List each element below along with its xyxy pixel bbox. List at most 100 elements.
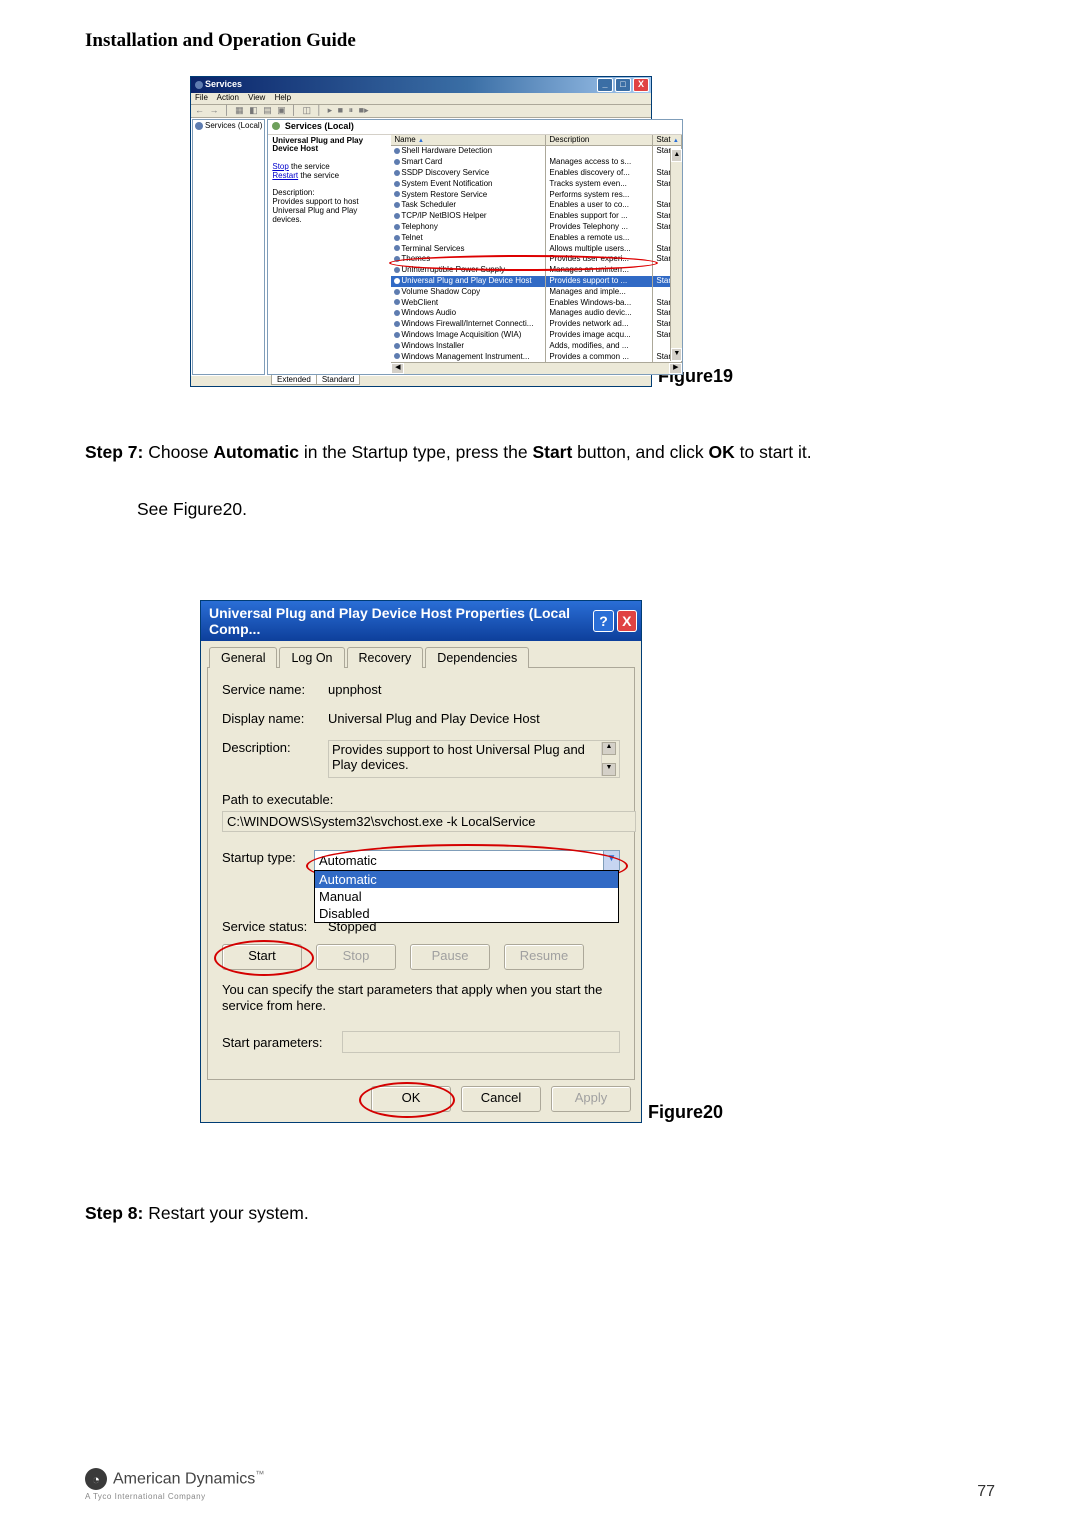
pause-button[interactable]: Pause — [410, 944, 490, 970]
toolbar-icon[interactable]: ▤ — [263, 105, 272, 115]
path-value: C:\WINDOWS\System32\svchost.exe -k Local… — [222, 811, 636, 832]
startup-type-label: Startup type: — [222, 850, 314, 865]
service-row[interactable]: Windows Firewall/Internet Connecti...Pro… — [391, 319, 682, 330]
cancel-button[interactable]: Cancel — [461, 1086, 541, 1112]
service-row[interactable]: Windows Image Acquisition (WIA)Provides … — [391, 330, 682, 341]
service-row[interactable]: Volume Shadow CopyManages and imple... — [391, 287, 682, 298]
column-description[interactable]: Description — [546, 135, 653, 146]
tab-log-on[interactable]: Log On — [279, 647, 344, 668]
ok-button[interactable]: OK — [371, 1086, 451, 1112]
step-8-text: Step 8: Restart your system. — [85, 1203, 995, 1224]
apply-button[interactable]: Apply — [551, 1086, 631, 1112]
resume-button[interactable]: Resume — [504, 944, 584, 970]
toolbar-icon[interactable]: ◧ — [249, 105, 258, 115]
service-row[interactable]: Windows AudioManages audio devic...Star — [391, 308, 682, 319]
service-row[interactable]: System Event NotificationTracks system e… — [391, 179, 682, 190]
service-row[interactable]: Shell Hardware DetectionStar — [391, 146, 682, 157]
tab-general[interactable]: General — [209, 647, 277, 668]
help-button[interactable]: ? — [593, 610, 613, 632]
close-button[interactable]: X — [617, 610, 637, 632]
toolbar-play-icon[interactable]: ▸ — [328, 105, 333, 115]
menu-file[interactable]: File — [195, 93, 208, 102]
toolbar-icon[interactable]: ▦ — [235, 105, 244, 115]
description-scrollbar[interactable]: ▲ ▼ — [601, 742, 616, 776]
tab-extended[interactable]: Extended — [271, 375, 317, 385]
toolbar-stop-icon[interactable]: ■ — [338, 105, 343, 115]
column-status[interactable]: Stat ▲ — [653, 135, 682, 146]
service-row[interactable]: TCP/IP NetBIOS HelperEnables support for… — [391, 211, 682, 222]
service-row[interactable]: Task SchedulerEnables a user to co...Sta… — [391, 200, 682, 211]
menu-help[interactable]: Help — [275, 93, 291, 102]
description-box: Provides support to host Universal Plug … — [328, 740, 620, 778]
toolbar-restart-icon[interactable]: ■▸ — [359, 105, 369, 115]
service-row[interactable]: TelephonyProvides Telephony ...Star — [391, 222, 682, 233]
page-number: 77 — [977, 1483, 995, 1501]
detail-service-name: Universal Plug and Play Device Host — [272, 137, 387, 155]
tab-standard[interactable]: Standard — [316, 375, 360, 385]
service-name-label: Service name: — [222, 682, 328, 697]
brand-logo: ◔ American Dynamics™ — [85, 1468, 264, 1490]
stop-service-link[interactable]: Stop — [272, 162, 288, 171]
service-row[interactable]: WebClientEnables Windows-ba...Star — [391, 298, 682, 309]
service-row[interactable]: ThemesProvides user experi...Star — [391, 254, 682, 265]
figure-20-label: Figure20 — [648, 1102, 723, 1123]
stop-button[interactable]: Stop — [316, 944, 396, 970]
menu-view[interactable]: View — [248, 93, 265, 102]
tree-pane: Services (Local) — [192, 119, 265, 376]
scroll-up-icon[interactable]: ▲ — [671, 149, 682, 162]
service-row[interactable]: SSDP Discovery ServiceEnables discovery … — [391, 168, 682, 179]
description-label: Description: — [222, 740, 328, 755]
service-row[interactable]: System Restore ServicePerforms system re… — [391, 190, 682, 201]
horizontal-scrollbar[interactable]: ◀ ▶ — [391, 362, 682, 374]
scroll-down-icon[interactable]: ▼ — [671, 348, 682, 361]
start-button[interactable]: Start — [222, 944, 302, 970]
menu-bar: File Action View Help — [191, 93, 651, 104]
window-title: Services — [205, 80, 242, 90]
scroll-left-icon[interactable]: ◀ — [391, 363, 404, 374]
toolbar-icon[interactable]: ◫ — [302, 105, 311, 115]
step-7-text: Step 7: Choose Automatic in the Startup … — [85, 442, 995, 463]
startup-type-select[interactable]: Automatic ▼ — [314, 850, 620, 871]
display-name-value: Universal Plug and Play Device Host — [328, 711, 620, 726]
brand-tagline: A Tyco International Company — [85, 1492, 264, 1501]
startup-type-dropdown: Automatic Manual Disabled — [314, 870, 619, 923]
panel-header: Services (Local) — [268, 120, 682, 135]
toolbar-back-icon[interactable]: ← — [195, 105, 204, 115]
toolbar-pause-icon[interactable]: ⏸ — [349, 105, 354, 115]
option-disabled[interactable]: Disabled — [315, 905, 618, 922]
scroll-up-icon[interactable]: ▲ — [602, 742, 616, 755]
service-name-value: upnphost — [328, 682, 620, 697]
maximize-button[interactable]: □ — [615, 78, 631, 92]
page-footer: ◔ American Dynamics™ A Tyco Internationa… — [85, 1468, 995, 1501]
toolbar-fwd-icon[interactable]: → — [210, 105, 219, 115]
service-row[interactable]: Terminal ServicesAllows multiple users..… — [391, 244, 682, 255]
service-list: Name ▲ Description Stat ▲ Shell Hardware… — [391, 135, 682, 375]
dialog-title: Universal Plug and Play Device Host Prop… — [209, 605, 590, 637]
minimize-button[interactable]: _ — [597, 78, 613, 92]
gear-icon — [272, 122, 280, 130]
gear-icon — [195, 122, 203, 130]
service-row[interactable]: Universal Plug and Play Device HostProvi… — [391, 276, 682, 287]
tab-dependencies[interactable]: Dependencies — [425, 647, 529, 668]
option-manual[interactable]: Manual — [315, 888, 618, 905]
restart-service-link[interactable]: Restart — [272, 171, 298, 180]
service-row[interactable]: Uninterruptible Power SupplyManages an u… — [391, 265, 682, 276]
chevron-down-icon[interactable]: ▼ — [603, 851, 619, 870]
tree-item-services-local[interactable]: Services (Local) — [195, 122, 262, 131]
option-automatic[interactable]: Automatic — [315, 871, 618, 888]
tab-recovery[interactable]: Recovery — [347, 647, 424, 668]
scroll-right-icon[interactable]: ▶ — [669, 363, 682, 374]
menu-action[interactable]: Action — [217, 93, 239, 102]
column-name[interactable]: Name ▲ — [391, 135, 546, 146]
scroll-down-icon[interactable]: ▼ — [602, 763, 616, 776]
figure-20: Universal Plug and Play Device Host Prop… — [200, 600, 995, 1123]
service-row[interactable]: Windows Management Instrument...Provides… — [391, 352, 682, 363]
vertical-scrollbar[interactable]: ▲ ▼ — [670, 149, 682, 362]
service-row[interactable]: TelnetEnables a remote us... — [391, 233, 682, 244]
close-button[interactable]: X — [633, 78, 649, 92]
start-parameters-input[interactable] — [342, 1031, 620, 1053]
app-icon — [195, 81, 203, 89]
service-row[interactable]: Smart CardManages access to s... — [391, 157, 682, 168]
service-row[interactable]: Windows InstallerAdds, modifies, and ... — [391, 341, 682, 352]
toolbar-icon[interactable]: ▣ — [277, 105, 286, 115]
